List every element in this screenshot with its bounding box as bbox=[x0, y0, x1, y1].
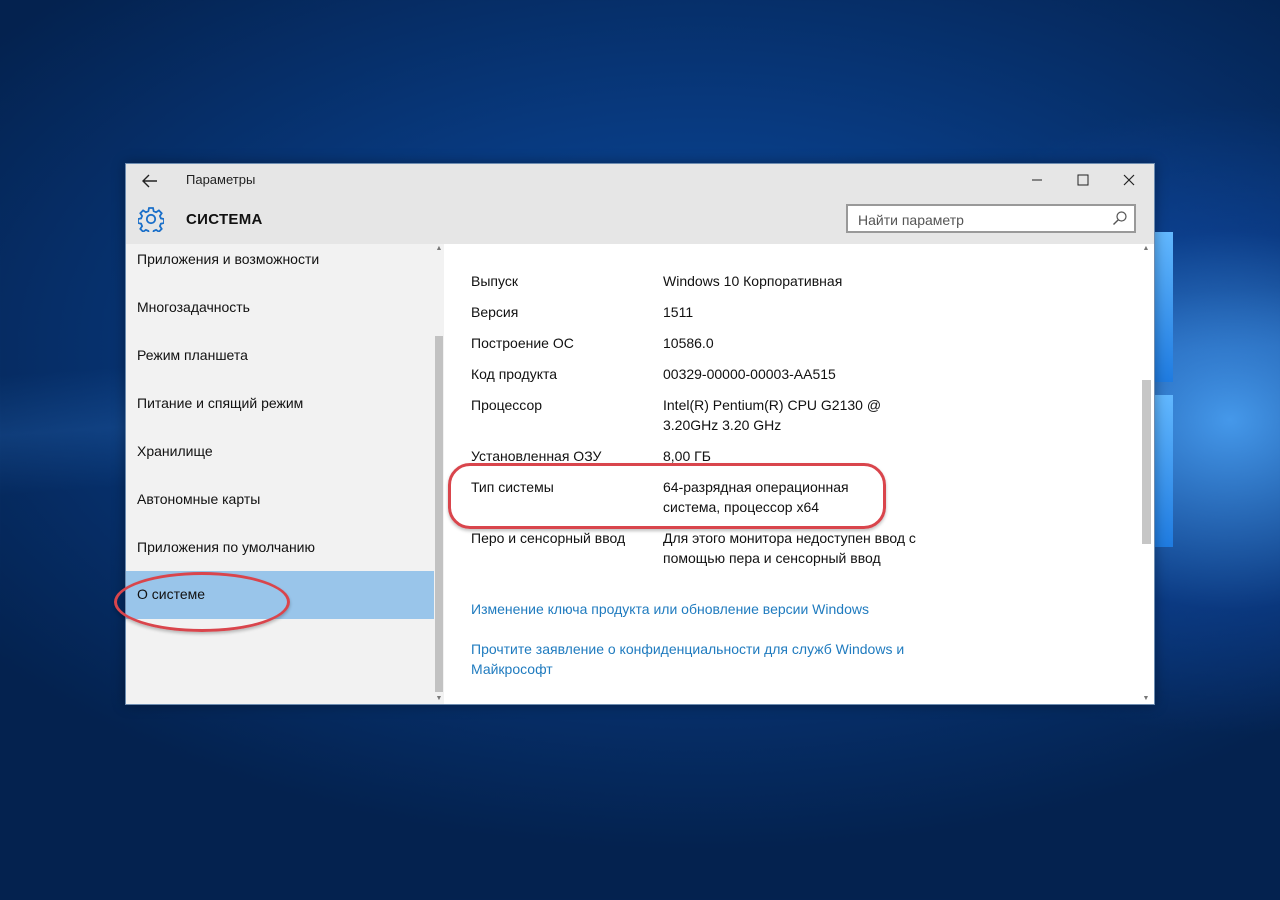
info-value: 10586.0 bbox=[663, 335, 714, 351]
info-key: Процессор bbox=[471, 397, 543, 413]
info-value: 1511 bbox=[663, 304, 694, 320]
info-key: Код продукта bbox=[471, 366, 558, 382]
sidebar-item-multitasking[interactable]: Многозадачность bbox=[126, 292, 434, 340]
sidebar-item-label: Приложения по умолчанию bbox=[137, 539, 315, 555]
sidebar-item-offline-maps[interactable]: Автономные карты bbox=[126, 484, 434, 532]
sidebar-item-label: Многозадачность bbox=[137, 299, 250, 315]
info-key: Выпуск bbox=[471, 273, 518, 289]
highlight-ellipse-about bbox=[114, 572, 290, 632]
sidebar-item-tablet-mode[interactable]: Режим планшета bbox=[126, 340, 434, 388]
highlight-ellipse-system-type bbox=[448, 463, 886, 529]
sidebar: Приложения и возможности Многозадачность… bbox=[126, 244, 444, 704]
content-scrollbar-thumb[interactable] bbox=[1142, 380, 1151, 544]
scroll-down-icon[interactable]: ▼ bbox=[434, 694, 444, 704]
minimize-button[interactable] bbox=[1014, 164, 1060, 196]
info-value: Windows 10 Корпоративная bbox=[663, 273, 843, 289]
sidebar-item-label: Режим планшета bbox=[137, 347, 248, 363]
info-value: Для этого монитора недоступен ввод с пом… bbox=[663, 530, 916, 566]
search-box[interactable] bbox=[846, 204, 1136, 233]
section-title: СИСТЕМА bbox=[186, 211, 263, 228]
info-key: Перо и сенсорный ввод bbox=[471, 530, 626, 546]
title-bar: Параметры СИСТЕМА bbox=[126, 164, 1154, 244]
info-value: 00329-00000-00003-AA515 bbox=[663, 366, 836, 382]
sidebar-scrollbar-thumb[interactable] bbox=[435, 336, 443, 692]
search-input[interactable] bbox=[856, 209, 1110, 231]
gear-icon bbox=[138, 207, 164, 232]
sidebar-item-storage[interactable]: Хранилище bbox=[126, 436, 434, 484]
sidebar-scrollbar[interactable]: ▲ ▼ bbox=[434, 244, 444, 704]
back-button[interactable] bbox=[134, 168, 166, 194]
privacy-statement-link[interactable]: Прочтите заявление о конфиденциальности … bbox=[471, 639, 926, 679]
content-scrollbar[interactable]: ▲ ▼ bbox=[1139, 244, 1153, 704]
windows-logo-pane-top bbox=[1155, 232, 1173, 382]
info-key: Построение ОС bbox=[471, 335, 574, 351]
arrow-left-icon bbox=[142, 174, 157, 188]
scroll-down-icon[interactable]: ▼ bbox=[1141, 694, 1151, 704]
sidebar-item-label: Питание и спящий режим bbox=[137, 395, 304, 411]
app-title: Параметры bbox=[186, 172, 256, 187]
maximize-icon bbox=[1077, 174, 1089, 186]
search-icon[interactable] bbox=[1112, 210, 1128, 226]
maximize-button[interactable] bbox=[1060, 164, 1106, 196]
scroll-up-icon[interactable]: ▲ bbox=[1141, 244, 1151, 254]
sidebar-item-power-sleep[interactable]: Питание и спящий режим bbox=[126, 388, 434, 436]
scroll-up-icon[interactable]: ▲ bbox=[434, 244, 444, 254]
close-icon bbox=[1123, 174, 1135, 186]
change-product-key-link[interactable]: Изменение ключа продукта или обновление … bbox=[471, 599, 931, 619]
sidebar-item-apps-features[interactable]: Приложения и возможности bbox=[126, 244, 434, 292]
close-button[interactable] bbox=[1106, 164, 1152, 196]
minimize-icon bbox=[1032, 179, 1042, 181]
info-value: Intel(R) Pentium(R) CPU G2130 @ 3.20GHz … bbox=[663, 397, 882, 433]
sidebar-item-label: Приложения и возможности bbox=[137, 251, 320, 267]
sidebar-item-label: Автономные карты bbox=[137, 491, 261, 507]
sidebar-item-label: Хранилище bbox=[137, 443, 213, 459]
info-key: Версия bbox=[471, 304, 519, 320]
windows-logo-pane-bottom bbox=[1155, 395, 1173, 547]
settings-window: Параметры СИСТЕМА Приложения и во bbox=[125, 163, 1155, 705]
